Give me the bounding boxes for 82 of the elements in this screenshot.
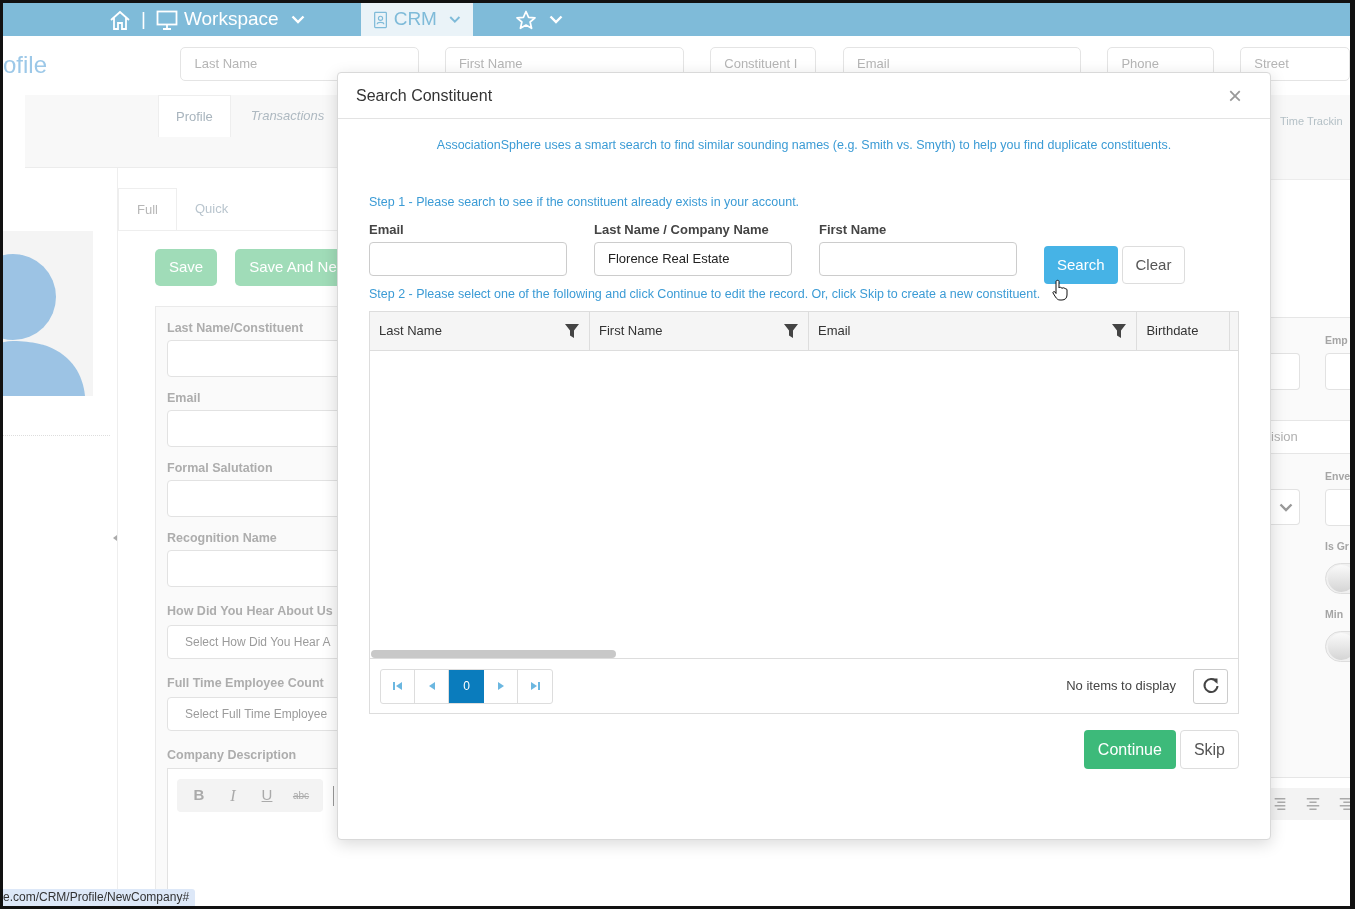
nav-separator: |	[140, 7, 147, 32]
form-tab[interactable]: Full	[118, 188, 177, 230]
filter-field[interactable]: Last Name	[180, 47, 419, 81]
hand-cursor-icon	[1052, 279, 1069, 301]
pager-status: No items to display	[1066, 677, 1176, 696]
placeholder-text: Select How Did You Hear A	[185, 635, 331, 649]
placeholder-text: Street	[1254, 56, 1289, 71]
refresh-icon	[1201, 677, 1220, 695]
chevron-down-icon	[448, 15, 461, 24]
page-button[interactable]: 0	[449, 669, 484, 703]
clear-button[interactable]: Clear	[1121, 246, 1186, 284]
nav-tab[interactable]: CRM	[360, 3, 473, 36]
dialog-title: Search Constituent	[356, 85, 493, 106]
field-label: Recognition Name	[167, 530, 277, 546]
continue-button[interactable]: Continue	[1083, 730, 1176, 769]
home-icon	[109, 9, 131, 30]
save-button[interactable]: Save And Ne	[235, 249, 337, 286]
placeholder-text: First Name	[458, 56, 523, 71]
chevron-down-icon	[548, 15, 563, 24]
pager-arrow-icon	[530, 681, 540, 691]
field-label: Email	[167, 390, 201, 406]
save-button[interactable]: Save	[155, 249, 218, 286]
field-label: Formal Salutation	[167, 460, 273, 476]
contact-card-icon	[372, 9, 388, 30]
field-label: Min	[1325, 607, 1344, 622]
chevron-down-icon	[1279, 502, 1293, 512]
refresh-button[interactable]	[1193, 668, 1228, 704]
text-field[interactable]	[1271, 353, 1300, 390]
column-header[interactable]: First Name	[599, 321, 663, 341]
scrollbar-thumb[interactable]	[371, 650, 616, 658]
collapse-arrow-icon[interactable]	[113, 535, 117, 541]
profile-tab[interactable]: Transactions	[230, 95, 337, 137]
status-url: e.com/CRM/Profile/NewCompany#	[3, 889, 196, 906]
align-icon	[1305, 796, 1321, 812]
search-button[interactable]: Search	[1044, 246, 1118, 284]
column-header[interactable]: Last Name	[379, 321, 442, 341]
skip-button[interactable]: Skip	[1179, 730, 1239, 769]
field-label: Company Description	[167, 747, 297, 763]
field-label: Last Name/Constituent	[167, 320, 304, 336]
toolbar-button[interactable]: I	[217, 783, 249, 808]
select-field[interactable]	[1271, 489, 1300, 525]
section-label: ision	[1271, 428, 1298, 447]
align-icon	[1272, 796, 1288, 812]
chevron-down-icon	[290, 15, 305, 24]
placeholder-text: Select Full Time Employee	[185, 707, 328, 721]
nav-tab[interactable]: Workspace	[147, 3, 313, 36]
field-label: Is Gr	[1325, 539, 1349, 554]
column-header[interactable]: Birthdate	[1146, 321, 1199, 341]
align-icon	[1338, 796, 1350, 812]
form-tab[interactable]: Quick	[176, 188, 247, 230]
placeholder-text: Constituent I	[724, 56, 798, 71]
star-icon	[514, 9, 537, 30]
field-label: Last Name / Company Name	[594, 222, 770, 238]
column-header[interactable]: Email	[817, 321, 851, 341]
input-field[interactable]: Florence Real Estate	[594, 242, 792, 276]
field-label: Enve	[1325, 469, 1350, 484]
field-label: First Name	[819, 222, 888, 238]
toolbar-button[interactable]: B	[183, 784, 215, 807]
pager-arrow-icon	[495, 681, 506, 691]
page-title: ofile	[3, 50, 49, 80]
step-one-text: Step 1 - Please search to see if the constituent already exists in your account.	[369, 194, 801, 211]
filter-field[interactable]: Street	[1240, 47, 1350, 81]
close-button[interactable]: ×	[1228, 83, 1252, 108]
profile-tab[interactable]: Time Trackin	[1280, 113, 1343, 130]
field-label: Full Time Employee Count	[167, 675, 324, 691]
info-text: AssociationSphere uses a smart search to find similar sounding names (e.g. Smith vs. Smyth) to help you find duplicate constituents.	[435, 137, 1173, 154]
profile-tab[interactable]: Profile	[158, 95, 231, 137]
field-label: Emp	[1325, 333, 1348, 348]
select-field[interactable]: Select How Did You Hear A	[167, 625, 337, 659]
field-label: How Did You Hear About Us	[167, 603, 333, 619]
select-field[interactable]: Select Full Time Employee	[167, 697, 337, 731]
toolbar-button[interactable]: U	[251, 784, 283, 807]
field-label: Email	[369, 222, 405, 238]
input-field[interactable]	[819, 242, 1017, 276]
input-field[interactable]	[369, 242, 567, 276]
placeholder-text: Phone	[1121, 56, 1160, 71]
step-two-text: Step 2 - Please select one of the following and click Continue to edit the record. Or, click Skip to create a new constituent.	[369, 286, 1041, 303]
toolbar-button[interactable]: abc	[285, 788, 317, 803]
placeholder-text: Last Name	[194, 56, 258, 71]
placeholder-text: Email	[857, 56, 890, 71]
monitor-icon	[155, 9, 178, 30]
pager-arrow-icon	[392, 681, 403, 691]
